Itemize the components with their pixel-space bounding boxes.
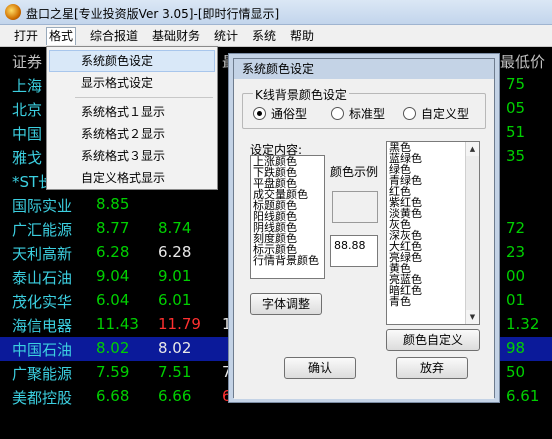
cell-current: 8.74	[158, 219, 192, 237]
cell-price: 11.43	[96, 315, 139, 333]
cell-low-price: 72	[506, 219, 526, 237]
color-scrollbar[interactable]: ▲ ▼	[465, 142, 479, 324]
dialog-title: 系统颜色设定	[234, 59, 494, 79]
title-bar: 盘口之星[专业投资版Ver 3.05]-[即时行情显示]	[0, 0, 552, 25]
cell-price: 6.68	[96, 387, 130, 405]
radio-dot-icon	[403, 107, 416, 120]
cell-current: 9.01	[158, 267, 192, 285]
cell-name: 天利高新	[12, 245, 73, 263]
cell-col4: 1	[222, 315, 232, 333]
menu-help[interactable]: 帮助	[288, 27, 316, 45]
cell-current: 6.28	[158, 243, 192, 261]
cell-current: 11.79	[158, 315, 201, 333]
cell-name: 泰山石油	[12, 269, 73, 287]
custom-color-button[interactable]: 颜色自定义	[386, 329, 480, 351]
color-sample	[332, 191, 378, 223]
cell-low-price: 01	[506, 291, 526, 309]
menu-reports[interactable]: 综合报道	[88, 27, 140, 45]
menu-item-display-format[interactable]: 显示格式设定	[49, 72, 215, 94]
cell-name: 茂化实华	[12, 293, 73, 311]
scroll-down-icon[interactable]: ▼	[466, 310, 479, 324]
cell-col4: 7	[222, 363, 232, 381]
cell-name: 美都控股	[12, 389, 73, 407]
radio-dot-icon	[331, 107, 344, 120]
cell-current: 6.01	[158, 291, 192, 309]
radio-popular[interactable]: 通俗型	[253, 106, 307, 122]
sample-label: 颜色示例	[330, 165, 379, 179]
cell-name: 广聚能源	[12, 365, 73, 383]
app-icon	[5, 4, 21, 20]
ok-button[interactable]: 确认	[284, 357, 356, 379]
cell-name: 上海	[12, 77, 43, 95]
format-menu: 系统颜色设定 显示格式设定 系统格式１显示 系统格式２显示 系统格式３显示 自定…	[46, 46, 218, 190]
cell-price: 8.85	[96, 195, 130, 213]
cell-name: 海信电器	[12, 317, 73, 335]
cell-current: 7.51	[158, 363, 192, 381]
menu-item-format-2[interactable]: 系统格式２显示	[49, 123, 215, 145]
cell-low-price: 98	[506, 339, 526, 357]
cell-price: 8.77	[96, 219, 130, 237]
header-security: 证券	[12, 53, 43, 71]
menu-bar: 打开 格式 综合报道 基础财务 统计 系统 帮助	[0, 25, 552, 47]
menu-financials[interactable]: 基础财务	[150, 27, 202, 45]
cell-price: 6.28	[96, 243, 130, 261]
radio-standard[interactable]: 标准型	[331, 106, 385, 122]
sample-value: 88.88	[330, 235, 378, 267]
menu-open[interactable]: 打开	[12, 27, 40, 45]
cell-low-price: 23	[506, 243, 526, 261]
cell-price: 8.02	[96, 339, 130, 357]
menu-format[interactable]: 格式	[46, 27, 77, 45]
cancel-button[interactable]: 放弃	[396, 357, 468, 379]
cell-low-price: 05	[506, 99, 526, 117]
menu-system[interactable]: 系统	[250, 27, 278, 45]
cell-low-price: 6.61	[506, 387, 540, 405]
list-item[interactable]: 行情背景颜色	[251, 255, 324, 266]
font-adjust-button[interactable]: 字体调整	[250, 293, 322, 315]
cell-low-price: 50	[506, 363, 526, 381]
window-title: 盘口之星[专业投资版Ver 3.05]-[即时行情显示]	[26, 7, 280, 21]
menu-separator	[75, 97, 213, 98]
cell-current: 6.66	[158, 387, 192, 405]
menu-item-system-color[interactable]: 系统颜色设定	[49, 50, 215, 72]
scroll-up-icon[interactable]: ▲	[466, 142, 479, 156]
cell-name: 北京	[12, 101, 43, 119]
settings-listbox[interactable]: 上涨颜色 下跌颜色 平盘颜色 成交量颜色 标题颜色 阳线颜色 阴线颜色 刻度颜色 标示颜色 行情背…	[250, 155, 325, 279]
menu-item-format-3[interactable]: 系统格式３显示	[49, 145, 215, 167]
system-color-dialog: 系统颜色设定 K线背景颜色设定 通俗型 标准型 自定义型 设定内容: 上涨颜色下…	[233, 58, 495, 399]
cell-low-price: 00	[506, 267, 526, 285]
cell-low-price: 35	[506, 147, 526, 165]
color-listbox[interactable]: 黑色 蓝绿色 绿色 青绿色 红色 紫红色 淡黄色 灰色 深灰色 大红色 亮绿色 黄色 亮蓝色 暗红色 青色 …	[386, 141, 480, 325]
group-label: K线背景颜色设定	[253, 86, 349, 103]
menu-statistics[interactable]: 统计	[212, 27, 240, 45]
cell-name: 广汇能源	[12, 221, 73, 239]
radio-custom[interactable]: 自定义型	[403, 106, 469, 122]
cell-name: 国际实业	[12, 197, 73, 215]
cell-low-price: 51	[506, 123, 526, 141]
menu-item-custom-format[interactable]: 自定义格式显示	[49, 167, 215, 189]
radio-dot-icon	[253, 107, 266, 120]
cell-price: 9.04	[96, 267, 130, 285]
cell-name: 中国石油	[12, 341, 73, 359]
cell-name: 中国	[12, 125, 43, 143]
header-low-price: 最低价	[500, 53, 546, 71]
cell-name: 雅戈	[12, 149, 43, 167]
cell-current: 8.02	[158, 339, 192, 357]
cell-price: 7.59	[96, 363, 130, 381]
cell-low-price: 75	[506, 75, 526, 93]
kline-background-group: K线背景颜色设定 通俗型 标准型 自定义型	[242, 86, 486, 129]
menu-item-format-1[interactable]: 系统格式１显示	[49, 101, 215, 123]
cell-low-price: 1.32	[506, 315, 540, 333]
cell-price: 6.04	[96, 291, 130, 309]
